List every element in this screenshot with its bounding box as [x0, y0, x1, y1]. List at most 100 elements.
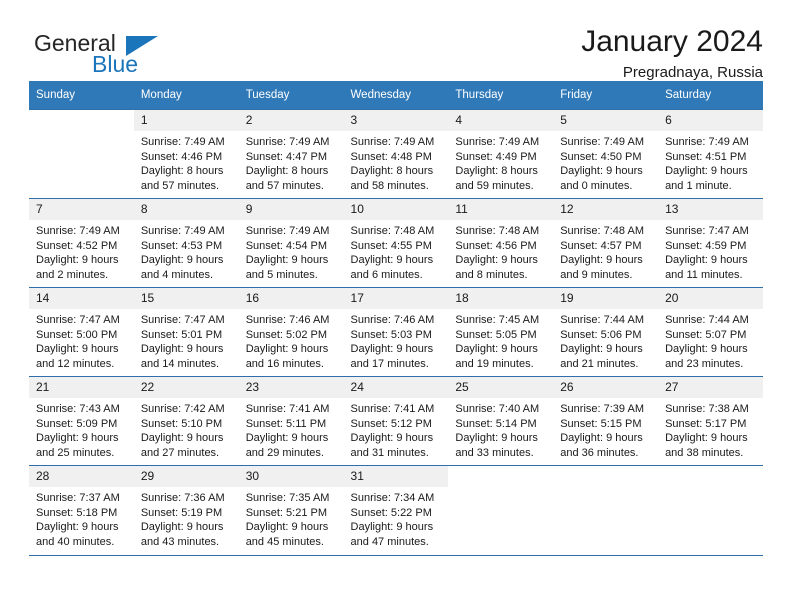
calendar-day-cell[interactable]: 27 Sunrise: 7:38 AM Sunset: 5:17 PM Dayligh… — [658, 376, 763, 466]
calendar-day-cell[interactable]: 30 Sunrise: 7:35 AM Sunset: 5:21 PM Dayligh… — [238, 465, 344, 555]
sunrise-text: Sunrise: 7:35 AM — [245, 492, 330, 504]
page-subtitle: Pregradnaya, Russia — [622, 64, 763, 82]
sunrise-text: Sunrise: 7:49 AM — [36, 225, 120, 237]
sunrise-text: Sunrise: 7:41 AM — [350, 403, 435, 415]
sunset-text: Sunset: 5:09 PM — [36, 417, 118, 430]
sunrise-text: Sunrise: 7:49 AM — [350, 136, 435, 148]
calendar-day-cell[interactable]: 19 Sunrise: 7:44 AM Sunset: 5:06 PM Dayligh… — [553, 287, 659, 377]
calendar-day-cell[interactable]: 4 Sunrise: 7:49 AM Sunset: 4:49 PM Daylight… — [448, 109, 554, 199]
calendar-day-cell[interactable]: 6 Sunrise: 7:49 AM Sunset: 4:51 PM Daylight… — [658, 109, 763, 199]
calendar-day-cell[interactable]: 2 Sunrise: 7:49 AM Sunset: 4:47 PM Daylight… — [238, 109, 344, 199]
daylight-text-line1: Daylight: 8 hours — [350, 165, 434, 178]
logo-text-blue: Blue — [92, 51, 139, 77]
calendar-day-cell[interactable]: 31 Sunrise: 7:34 AM Sunset: 5:22 PM Dayligh… — [343, 465, 449, 555]
calendar-day-cell[interactable]: 29 Sunrise: 7:36 AM Sunset: 5:19 PM Dayligh… — [133, 465, 239, 555]
calendar-day-cell[interactable]: 12 Sunrise: 7:48 AM Sunset: 4:57 PM Dayligh… — [553, 198, 659, 288]
day-number: 12 — [553, 199, 659, 220]
calendar-day-cell[interactable]: 5 Sunrise: 7:49 AM Sunset: 4:50 PM Daylight… — [553, 109, 659, 199]
daylight-text-line1: Daylight: 9 hours — [36, 343, 119, 356]
sunset-text: Sunset: 5:07 PM — [665, 328, 747, 341]
daylight-text-line1: Daylight: 9 hours — [665, 165, 748, 178]
daylight-text-line2: and 31 minutes. — [350, 446, 429, 459]
calendar-day-cell[interactable]: 1 Sunrise: 7:49 AM Sunset: 4:46 PM Daylight… — [133, 109, 239, 199]
calendar-day-cell[interactable]: 13 Sunrise: 7:47 AM Sunset: 4:59 PM Dayligh… — [658, 198, 763, 288]
calendar-day-cell[interactable]: 21 Sunrise: 7:43 AM Sunset: 5:09 PM Dayligh… — [29, 376, 134, 466]
day-number — [658, 466, 763, 487]
daylight-text-line2: and 23 minutes. — [665, 357, 744, 370]
calendar-day-cell[interactable]: 26 Sunrise: 7:39 AM Sunset: 5:15 PM Dayligh… — [553, 376, 659, 466]
day-details: Sunrise: 7:42 AM Sunset: 5:10 PM Daylight:… — [134, 398, 239, 460]
calendar-week-row: 7 Sunrise: 7:49 AM Sunset: 4:52 PM Daylight… — [29, 198, 763, 288]
general-blue-logo[interactable]: General Blue — [29, 24, 229, 80]
day-details: Sunrise: 7:44 AM Sunset: 5:06 PM Daylight:… — [553, 309, 658, 371]
daylight-text-line2: and 47 minutes. — [350, 535, 429, 548]
day-details: Sunrise: 7:47 AM Sunset: 5:00 PM Daylight:… — [29, 309, 134, 371]
sunrise-text: Sunrise: 7:48 AM — [455, 225, 540, 237]
day-number: 8 — [133, 199, 239, 220]
calendar-day-cell[interactable]: 14 Sunrise: 7:47 AM Sunset: 5:00 PM Dayligh… — [29, 287, 134, 377]
day-details: Sunrise: 7:48 AM Sunset: 4:56 PM Daylight:… — [448, 220, 553, 282]
calendar-day-cell[interactable]: 20 Sunrise: 7:44 AM Sunset: 5:07 PM Dayligh… — [658, 287, 763, 377]
sunset-text: Sunset: 4:48 PM — [350, 150, 432, 163]
daylight-text-line1: Daylight: 9 hours — [140, 254, 224, 267]
daylight-text-line1: Daylight: 9 hours — [665, 343, 748, 356]
day-number: 30 — [238, 466, 344, 487]
calendar-day-cell[interactable]: 7 Sunrise: 7:49 AM Sunset: 4:52 PM Daylight… — [29, 198, 134, 288]
day-details: Sunrise: 7:39 AM Sunset: 5:15 PM Daylight:… — [553, 398, 658, 460]
calendar-day-cell[interactable]: 8 Sunrise: 7:49 AM Sunset: 4:53 PM Daylight… — [133, 198, 239, 288]
day-details: Sunrise: 7:40 AM Sunset: 5:14 PM Daylight:… — [448, 398, 553, 460]
daylight-text-line1: Daylight: 9 hours — [560, 343, 643, 356]
calendar-day-cell[interactable]: 22 Sunrise: 7:42 AM Sunset: 5:10 PM Dayligh… — [133, 376, 239, 466]
day-number: 10 — [343, 199, 449, 220]
day-number: 18 — [448, 288, 554, 309]
daylight-text-line1: Daylight: 8 hours — [455, 165, 538, 178]
calendar-week-row: 21 Sunrise: 7:43 AM Sunset: 5:09 PM Dayligh… — [29, 376, 763, 466]
calendar-day-cell[interactable]: 17 Sunrise: 7:46 AM Sunset: 5:03 PM Dayligh… — [343, 287, 449, 377]
calendar-day-cell[interactable]: 9 Sunrise: 7:49 AM Sunset: 4:54 PM Daylight… — [238, 198, 344, 288]
calendar-day-cell[interactable]: 24 Sunrise: 7:41 AM Sunset: 5:12 PM Dayligh… — [343, 376, 449, 466]
sunset-text: Sunset: 5:12 PM — [350, 417, 432, 430]
daylight-text-line1: Daylight: 9 hours — [36, 432, 119, 445]
calendar-day-cell[interactable]: 10 Sunrise: 7:48 AM Sunset: 4:55 PM Dayligh… — [343, 198, 449, 288]
calendar-day-cell[interactable]: 28 Sunrise: 7:37 AM Sunset: 5:18 PM Dayligh… — [29, 465, 134, 555]
day-details: Sunrise: 7:49 AM Sunset: 4:54 PM Daylight:… — [239, 220, 344, 282]
daylight-text-line1: Daylight: 9 hours — [665, 432, 748, 445]
sunset-text: Sunset: 4:55 PM — [350, 239, 432, 252]
sunrise-text: Sunrise: 7:42 AM — [140, 403, 225, 415]
daylight-text-line2: and 17 minutes. — [350, 357, 429, 370]
calendar-day-cell[interactable]: 3 Sunrise: 7:49 AM Sunset: 4:48 PM Daylight… — [343, 109, 449, 199]
sunset-text: Sunset: 5:01 PM — [140, 328, 223, 341]
calendar-day-cell[interactable]: 25 Sunrise: 7:40 AM Sunset: 5:14 PM Dayligh… — [448, 376, 554, 466]
sunrise-text: Sunrise: 7:47 AM — [665, 225, 749, 237]
calendar-day-cell-empty — [553, 465, 659, 555]
calendar-day-cell-empty — [29, 109, 134, 199]
sunset-text: Sunset: 4:54 PM — [245, 239, 328, 252]
sunset-text: Sunset: 5:19 PM — [140, 506, 223, 519]
page-title: January 2024 — [581, 25, 763, 58]
day-details: Sunrise: 7:46 AM Sunset: 5:03 PM Daylight:… — [344, 309, 449, 371]
calendar-day-cell-empty — [658, 465, 763, 555]
day-details: Sunrise: 7:35 AM Sunset: 5:21 PM Daylight:… — [239, 487, 344, 549]
calendar-bottom-rule — [29, 554, 763, 556]
sunset-text: Sunset: 5:11 PM — [245, 417, 327, 430]
daylight-text-line2: and 9 minutes. — [560, 268, 633, 281]
day-number: 1 — [133, 110, 239, 131]
sunset-text: Sunset: 4:59 PM — [665, 239, 747, 252]
daylight-text-line1: Daylight: 8 hours — [140, 165, 224, 178]
calendar-day-cell[interactable]: 16 Sunrise: 7:46 AM Sunset: 5:02 PM Dayligh… — [238, 287, 344, 377]
calendar-week-row: 28 Sunrise: 7:37 AM Sunset: 5:18 PM Dayligh… — [29, 465, 763, 555]
calendar-day-cell[interactable]: 11 Sunrise: 7:48 AM Sunset: 4:56 PM Dayligh… — [448, 198, 554, 288]
sunset-text: Sunset: 5:15 PM — [560, 417, 642, 430]
calendar-day-cell[interactable]: 18 Sunrise: 7:45 AM Sunset: 5:05 PM Dayligh… — [448, 287, 554, 377]
sunrise-text: Sunrise: 7:40 AM — [455, 403, 540, 415]
calendar-day-cell[interactable]: 23 Sunrise: 7:41 AM Sunset: 5:11 PM Dayligh… — [238, 376, 344, 466]
daylight-text-line2: and 12 minutes. — [36, 357, 115, 370]
sunset-text: Sunset: 5:14 PM — [455, 417, 537, 430]
sunset-text: Sunset: 5:03 PM — [350, 328, 432, 341]
calendar-day-cell[interactable]: 15 Sunrise: 7:47 AM Sunset: 5:01 PM Dayligh… — [133, 287, 239, 377]
day-number: 24 — [343, 377, 449, 398]
sunrise-text: Sunrise: 7:49 AM — [455, 136, 540, 148]
sunset-text: Sunset: 5:00 PM — [36, 328, 118, 341]
day-number — [553, 466, 659, 487]
day-details: Sunrise: 7:36 AM Sunset: 5:19 PM Daylight:… — [134, 487, 239, 549]
